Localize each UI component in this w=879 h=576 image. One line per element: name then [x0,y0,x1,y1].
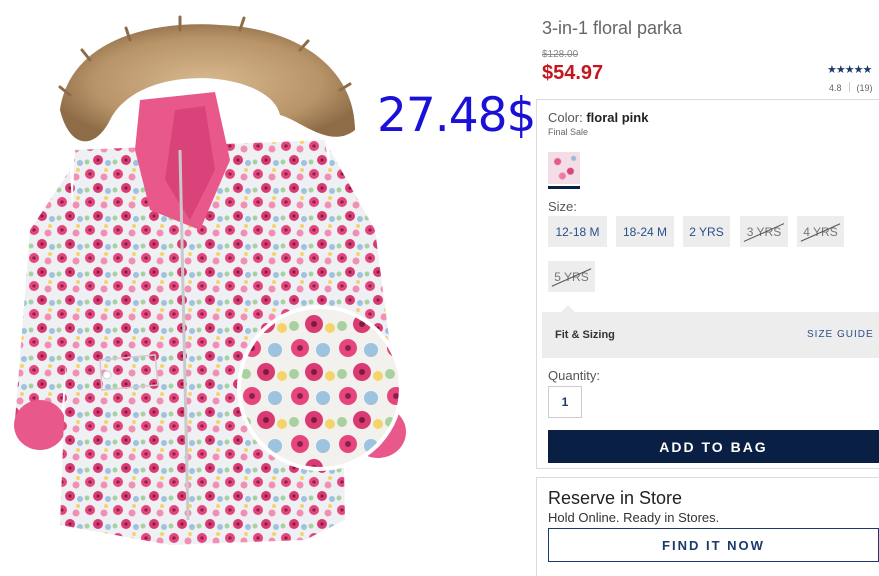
final-sale-note: Final Sale [548,127,589,137]
fit-sizing-label: Fit & Sizing [555,329,615,341]
quantity-label: Quantity: [548,368,601,383]
color-swatch-floral-pink[interactable] [548,152,580,184]
product-title: 3-in-1 floral parka [542,18,683,38]
rating-divider [848,82,850,92]
fit-bar-pointer [560,305,576,313]
find-it-now-button[interactable]: FIND IT NOW [548,528,879,562]
reserve-subtitle: Hold Online. Ready in Stores. [548,510,720,525]
color-value: floral pink [586,110,649,125]
size-option-2yrs[interactable]: 2 YRS [683,216,730,247]
color-label-text: Color: [548,110,583,125]
size-option-5yrs[interactable]: 5 YRS [548,261,595,292]
price-annotation: 27.48$ [377,88,536,143]
reserve-title: Reserve in Store [548,488,683,508]
size-guide-link[interactable]: SIZE GUIDE [807,329,874,340]
original-price: $128.00 [542,49,579,60]
selected-swatch-indicator [548,186,580,189]
size-label: Size: [548,199,577,214]
quantity-input[interactable]: 1 [548,386,582,418]
product-image[interactable] [0,0,540,576]
size-option-3yrs[interactable]: 3 YRS [740,216,788,247]
review-count: (19) [856,83,873,93]
sale-price: $54.97 [542,62,604,84]
rating-value: 4.8 [829,83,842,93]
size-option-12-18m[interactable]: 12-18 M [548,216,607,247]
size-option-4yrs[interactable]: 4 YRS [797,216,844,247]
add-to-bag-button[interactable]: ADD TO BAG [548,430,879,463]
rating-stars-icon[interactable]: ★★★★★ [827,63,872,76]
size-option-18-24m[interactable]: 18-24 M [616,216,674,247]
rating-summary[interactable]: 4.8 (19) [829,82,873,93]
color-label: Color: floral pink [548,110,648,125]
